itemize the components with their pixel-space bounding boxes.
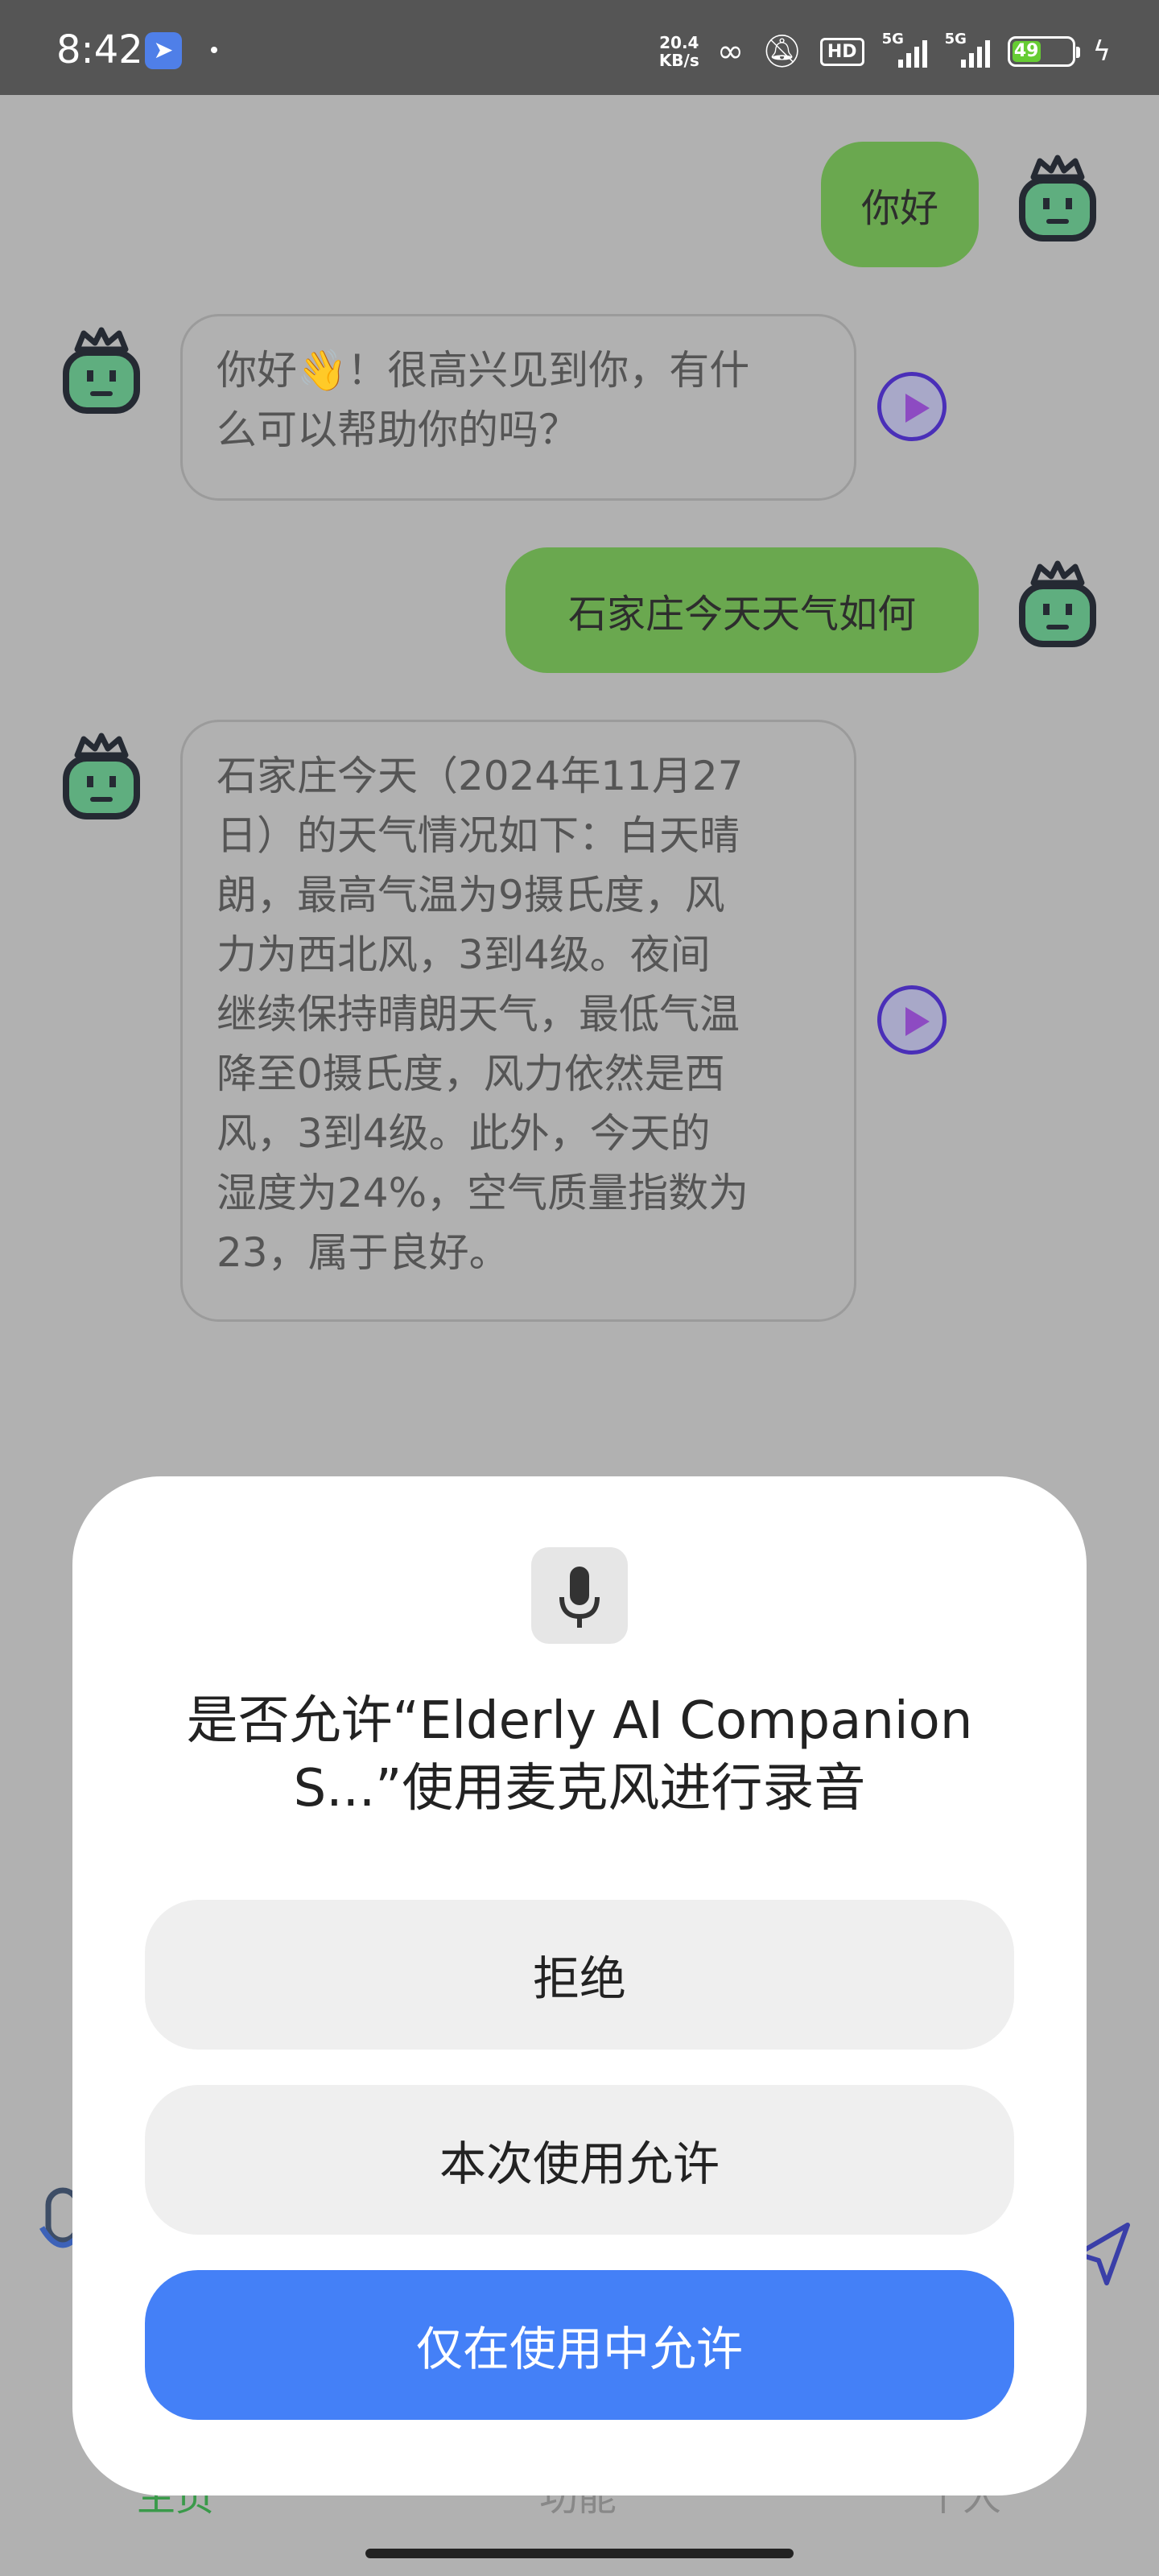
- signal-icon-2: 5G: [945, 31, 990, 68]
- user-message-bubble: 石家庄今天天气如何: [505, 547, 979, 673]
- permission-dialog: 是否允许“Elderly AI Companion S...”使用麦克风进行录音…: [72, 1476, 1087, 2496]
- link-icon: ∞: [716, 33, 744, 70]
- app-notification-icon: ➤: [145, 32, 182, 69]
- deny-button[interactable]: 拒绝: [145, 1900, 1014, 2050]
- charging-icon: ϟ: [1092, 35, 1111, 68]
- signal-icon: 5G: [882, 31, 927, 68]
- allow-while-using-button[interactable]: 仅在使用中允许: [145, 2270, 1014, 2420]
- dialog-title: 是否允许“Elderly AI Companion S...”使用麦克风进行录音: [186, 1691, 973, 1818]
- user-message-bubble: 你好: [821, 142, 979, 267]
- battery-icon: 49: [1007, 36, 1080, 67]
- notification-dot: [211, 47, 217, 53]
- user-avatar-icon: [1019, 560, 1096, 647]
- assistant-message-bubble: 石家庄今天（2024年11月27 日）的天气情况如下：白天晴 朗，最高气温为9摄…: [180, 720, 856, 1322]
- user-avatar-icon: [1019, 155, 1096, 242]
- play-audio-button[interactable]: [877, 372, 947, 441]
- assistant-avatar-icon: [63, 733, 140, 819]
- mute-bell-icon: 🔕︎: [761, 33, 802, 70]
- play-audio-button[interactable]: [877, 985, 947, 1055]
- assistant-message-bubble: 你好👋！很高兴见到你，有什 么可以帮助你的吗？: [180, 314, 856, 501]
- microphone-icon: [531, 1547, 628, 1644]
- allow-once-button[interactable]: 本次使用允许: [145, 2085, 1014, 2235]
- status-icons: 20.4 KB/s ∞ 🔕︎ HD 5G 5G 49 ϟ: [659, 29, 1111, 74]
- hd-badge: HD: [819, 37, 864, 66]
- home-indicator[interactable]: [365, 2549, 794, 2558]
- status-bar: 8:42 ➤ 20.4 KB/s ∞ 🔕︎ HD 5G 5G 49 ϟ: [0, 0, 1159, 95]
- assistant-avatar-icon: [63, 327, 140, 414]
- net-speed: 20.4 KB/s: [658, 33, 699, 70]
- status-time: 8:42: [56, 27, 143, 72]
